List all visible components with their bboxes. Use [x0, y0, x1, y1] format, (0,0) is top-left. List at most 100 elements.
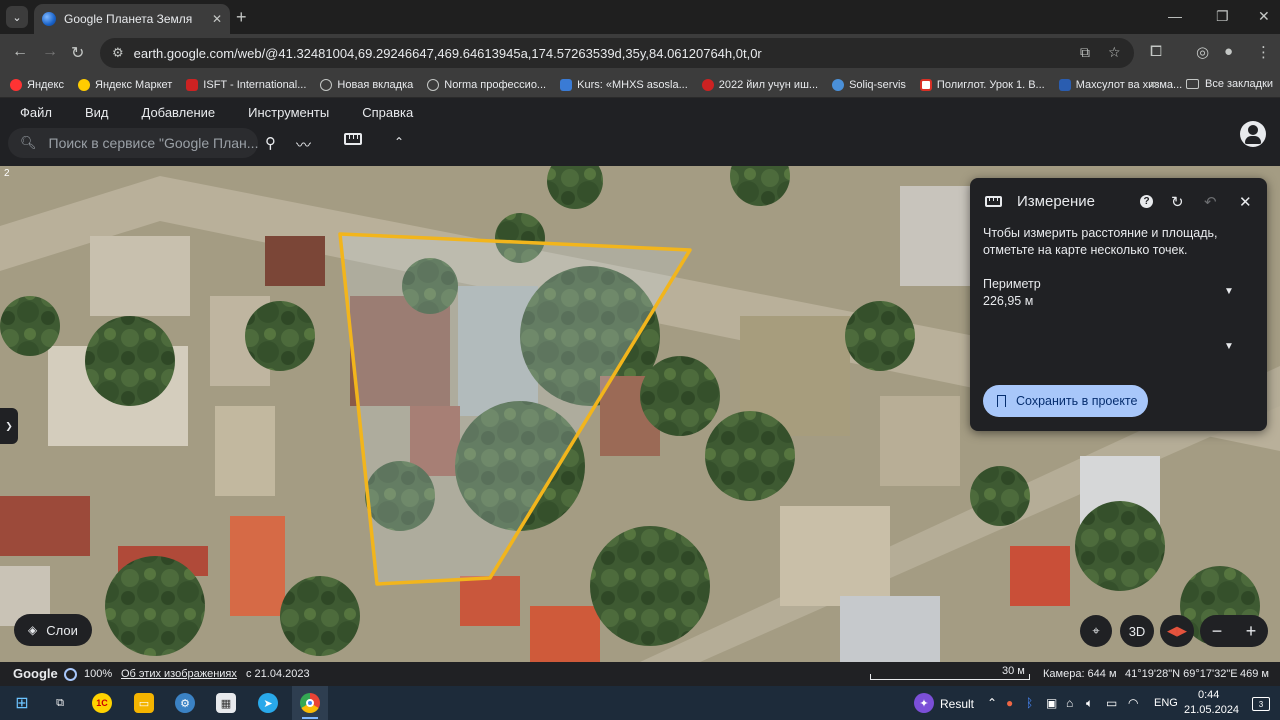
site-info-icon[interactable]: ⚙ [112, 45, 124, 61]
telegram-icon[interactable]: ➤ [258, 693, 278, 713]
maximize-button[interactable]: ❐ [1216, 8, 1229, 25]
bookmark-item[interactable]: Kurs: «MHXS asosla... [560, 78, 688, 91]
path-icon[interactable]: 〰 [296, 134, 311, 155]
control-panel-icon[interactable]: ⚙ [175, 693, 195, 713]
bookmark-item[interactable]: ISFT - International... [186, 78, 306, 91]
wifi-icon[interactable]: ◠ [1128, 696, 1138, 710]
calculator-icon[interactable]: ▦ [216, 693, 236, 713]
close-window-button[interactable]: ✕ [1258, 8, 1270, 25]
new-tab-button[interactable]: + [236, 7, 247, 28]
extensions-icon[interactable]: ⧠ [1150, 43, 1162, 60]
ruler-icon [985, 196, 1002, 207]
perimeter-units-dropdown[interactable]: ▼ [1224, 286, 1234, 297]
language-indicator[interactable]: ENG [1154, 697, 1178, 709]
globe-icon [42, 12, 56, 26]
bookmark-label: Яндекс [27, 78, 64, 91]
back-button[interactable]: ← [12, 43, 28, 61]
bookmark-label: Soliq-servis [849, 78, 906, 91]
account-avatar[interactable] [1240, 121, 1266, 147]
layers-button[interactable]: ◈ Слои [14, 614, 92, 646]
bookmark-item[interactable]: Махсулот ва хизма... [1058, 78, 1182, 91]
forward-button[interactable]: → [42, 43, 58, 61]
yandex-market-icon [78, 78, 90, 91]
measure-ruler-icon[interactable] [344, 133, 362, 145]
all-bookmarks-button[interactable]: Все закладки [1186, 78, 1273, 90]
save-to-project-button[interactable]: Сохранить в проекте [983, 385, 1148, 417]
minimize-button[interactable]: — [1168, 8, 1182, 24]
panel-title: Измерение [1017, 193, 1096, 210]
crosshair-icon: ⌖ [1092, 623, 1100, 638]
bookmark-item[interactable]: 2022 йил учун иш... [701, 78, 818, 91]
close-icon[interactable]: ✕ [1239, 193, 1252, 211]
about-images-link[interactable]: Об этих изображениях [121, 668, 237, 680]
volume-icon[interactable]: 🔈︎ [1086, 696, 1093, 711]
coordinates: 41°19'28"N 69°17'32"E [1125, 668, 1238, 680]
clock-date[interactable]: 21.05.2024 [1184, 704, 1239, 716]
placemark-icon[interactable]: ⚲ [265, 134, 276, 152]
1c-app-icon[interactable]: 1C [92, 693, 112, 713]
my-location-button[interactable]: ⌖ [1080, 615, 1112, 647]
tab-search-button[interactable]: ⌄ [6, 6, 28, 28]
profile-icon[interactable]: ● [1224, 43, 1233, 60]
menu-help[interactable]: Справка [362, 105, 413, 120]
bookmark-item[interactable]: Новая вкладка [320, 78, 413, 91]
zoom-in-button[interactable]: + [1246, 621, 1257, 642]
zoom-out-button[interactable]: − [1212, 621, 1223, 642]
bookmarks-overflow-button[interactable]: » [1150, 76, 1157, 91]
result-label[interactable]: Result [940, 697, 974, 711]
isft-icon [186, 78, 199, 91]
chevron-up-icon[interactable]: ⌃ [394, 135, 404, 149]
menu-icon[interactable]: ⋮ [1256, 43, 1271, 61]
bookmark-item[interactable]: Norma профессио... [427, 78, 547, 91]
menu-file[interactable]: Файл [20, 105, 52, 120]
notifications-icon[interactable]: 3 [1252, 697, 1270, 711]
bookmark-star-icon[interactable]: ☆ [1108, 44, 1121, 61]
bookmark-icon [997, 395, 1006, 407]
menu-view[interactable]: Вид [85, 105, 109, 120]
task-view-icon[interactable]: ⧉ [50, 693, 70, 713]
bookmarks-bar: Яндекс Яндекс Маркет ISFT - Internationa… [0, 72, 1280, 98]
tray-app-icon[interactable]: ● [1006, 696, 1013, 710]
result-app-icon[interactable]: ✦ [914, 693, 934, 713]
bookmark-label: Полиглот. Урок 1. В... [936, 78, 1045, 91]
reload-button[interactable]: ↻ [71, 43, 84, 63]
browser-tab[interactable]: Google Планета Земля ✕ [34, 4, 230, 34]
help-icon[interactable]: ? [1140, 195, 1153, 208]
bookmark-label: Norma профессио... [444, 78, 547, 91]
bookmark-item[interactable]: Полиглот. Урок 1. В... [919, 78, 1045, 91]
tab-close-icon[interactable]: ✕ [212, 12, 222, 26]
menu-add[interactable]: Добавление [142, 105, 216, 120]
bookmark-item[interactable]: Яндекс Маркет [78, 78, 173, 91]
bluetooth-icon[interactable]: ᛒ [1026, 696, 1033, 710]
bookmark-item[interactable]: Яндекс [10, 78, 64, 91]
search-icon: 🔍︎ [20, 135, 37, 150]
scale-bar [870, 674, 1030, 680]
clock-time[interactable]: 0:44 [1198, 689, 1219, 701]
moodle-icon [560, 78, 573, 91]
tray-monitor-icon[interactable]: ▣ [1046, 696, 1057, 710]
toggle-3d-button[interactable]: 3D [1120, 615, 1154, 647]
sidebar-expand-handle[interactable]: ❯ [0, 408, 18, 444]
reset-icon[interactable]: ↻ [1171, 193, 1184, 211]
earth-search-input[interactable]: 🔍︎ Поиск в сервисе "Google План... [8, 128, 258, 158]
address-bar[interactable]: ⚙ earth.google.com/web/@41.32481004,69.2… [100, 38, 1134, 68]
search-placeholder: Поиск в сервисе "Google План... [48, 135, 258, 151]
undo-icon[interactable]: ↶ [1204, 193, 1217, 211]
render-percent: 100% [84, 668, 113, 680]
area-units-dropdown[interactable]: ▼ [1224, 341, 1234, 352]
battery-icon[interactable]: ▭ [1106, 696, 1117, 710]
loading-ring-icon [64, 668, 77, 681]
sync-icon[interactable]: ◎ [1196, 43, 1209, 61]
chrome-icon[interactable] [300, 693, 320, 713]
bookmark-item[interactable]: Soliq-servis [832, 78, 906, 91]
soliq-icon [832, 78, 845, 91]
bookmark-label: Яндекс Маркет [95, 78, 173, 91]
network-icon[interactable]: ⌂ [1066, 696, 1073, 710]
install-app-icon[interactable]: ⧉ [1080, 44, 1090, 61]
windows-start-icon[interactable]: ⊞ [12, 693, 32, 713]
file-explorer-icon[interactable]: ▭ [134, 693, 154, 713]
tray-expand-icon[interactable]: ⌃ [987, 696, 997, 710]
menu-tools[interactable]: Инструменты [248, 105, 329, 120]
compass-button[interactable]: ◀▶ [1160, 615, 1194, 647]
tab-title: Google Планета Земля [64, 12, 193, 26]
